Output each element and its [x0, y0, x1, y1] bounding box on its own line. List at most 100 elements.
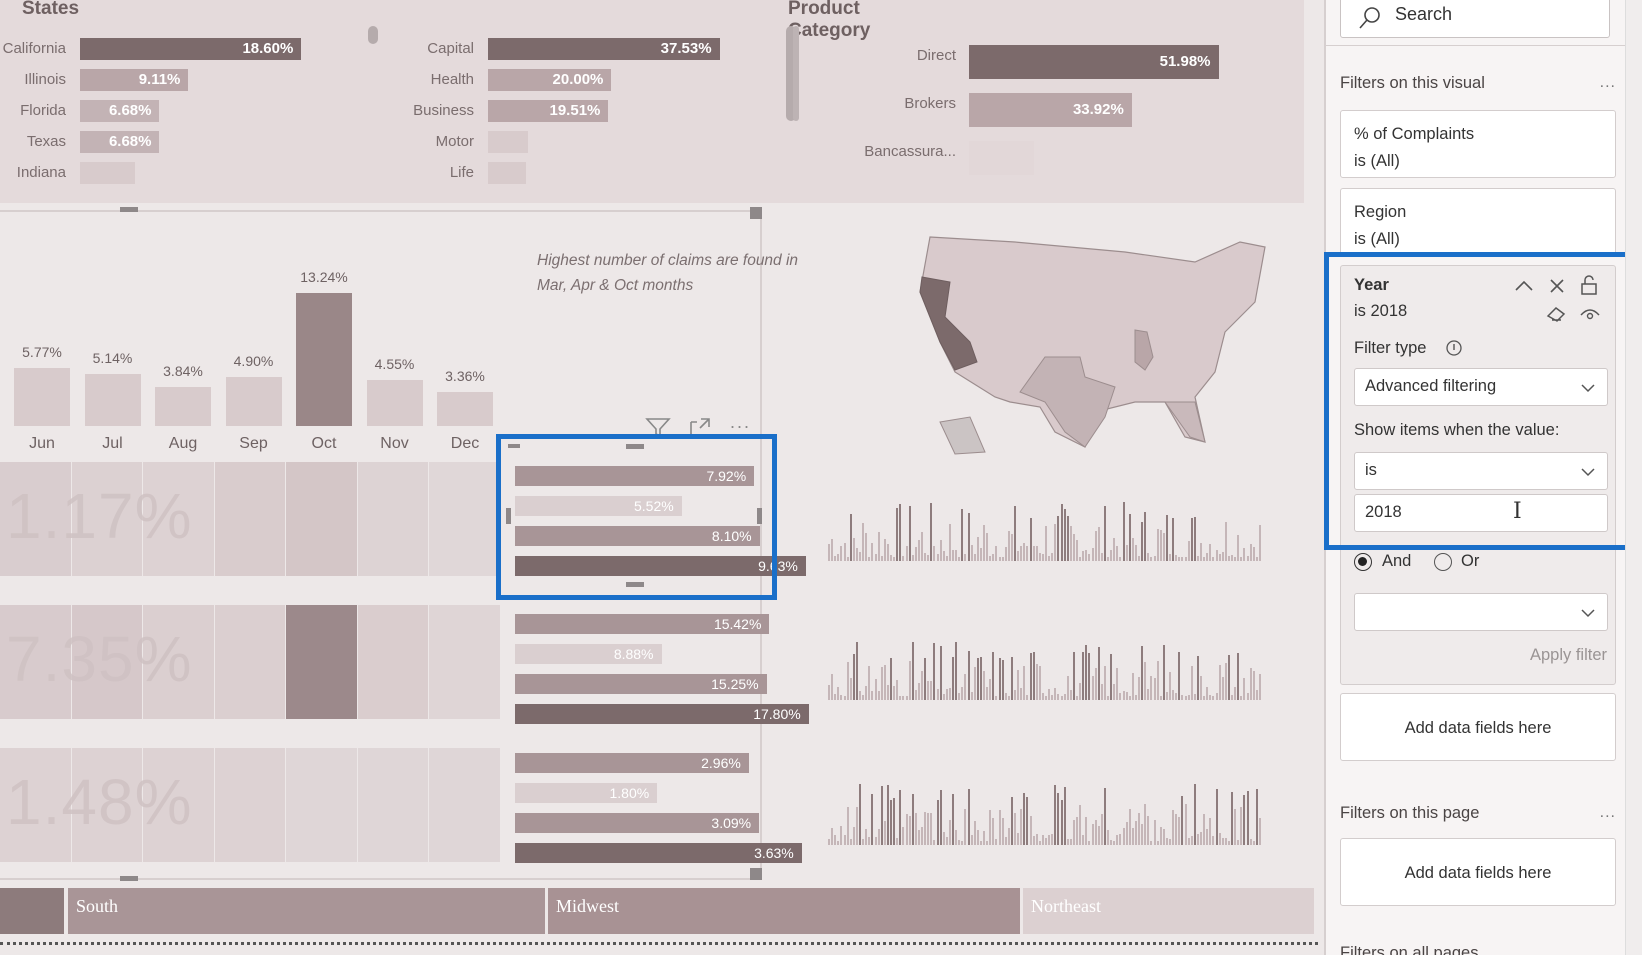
- sparkline-bar: [1150, 675, 1153, 700]
- heatmap-cell[interactable]: [429, 748, 500, 862]
- month-axis-label: Dec: [450, 435, 480, 452]
- bar[interactable]: 20.00%: [488, 69, 612, 91]
- bar[interactable]: 6.68%: [80, 100, 160, 122]
- region-bar-south[interactable]: South: [68, 888, 545, 934]
- sparkline-bar: [1051, 833, 1054, 845]
- sparkline-bar: [843, 542, 846, 561]
- sparkline-bar: [945, 555, 948, 561]
- bar[interactable]: 37.53%: [488, 38, 720, 60]
- bar[interactable]: [80, 162, 135, 184]
- sparkline-bar: [921, 531, 923, 561]
- group-bar[interactable]: 8.88%: [515, 644, 662, 664]
- sparkline-bar: [964, 553, 967, 561]
- bar[interactable]: 9.11%: [80, 69, 189, 91]
- sparkline-bar: [911, 642, 914, 700]
- bar[interactable]: 51.98%: [969, 45, 1219, 79]
- alaska-shape[interactable]: [939, 416, 986, 455]
- sel-handle-tl[interactable]: [508, 444, 520, 448]
- heatmap-cell[interactable]: [286, 605, 357, 719]
- more-options-icon[interactable]: ...: [730, 412, 751, 433]
- month-bar[interactable]: [296, 293, 352, 426]
- bar[interactable]: 19.51%: [488, 100, 609, 122]
- sparkline-bar: [1187, 540, 1190, 561]
- and-radio[interactable]: [1354, 553, 1372, 571]
- heatmap-cell[interactable]: [286, 462, 357, 576]
- page-filters-more-icon[interactable]: ...: [1600, 804, 1616, 822]
- group-bar-data-label: 2.96%: [701, 755, 741, 771]
- month-bar[interactable]: [225, 376, 282, 426]
- resize-handle-corner-bottom[interactable]: [750, 868, 762, 880]
- month-bar[interactable]: [155, 387, 211, 426]
- or-radio[interactable]: [1434, 553, 1452, 571]
- sparkline-bar: [992, 818, 995, 845]
- resize-handle-top[interactable]: [120, 207, 138, 212]
- heatmap-cell[interactable]: [214, 748, 285, 862]
- bar[interactable]: 6.68%: [80, 131, 160, 153]
- sel-handle-bottom[interactable]: [626, 582, 644, 587]
- bar-category-label: Brokers: [904, 95, 956, 112]
- distribution-scrollbar[interactable]: [793, 26, 799, 121]
- apply-filter-button[interactable]: Apply filter: [1530, 646, 1607, 665]
- month-bar[interactable]: [366, 380, 423, 426]
- sel-handle-left[interactable]: [506, 508, 511, 524]
- sel-handle-top[interactable]: [626, 444, 644, 449]
- bar[interactable]: [969, 141, 1034, 175]
- bar[interactable]: 33.92%: [969, 93, 1132, 127]
- group-bar[interactable]: 17.80%: [515, 704, 809, 724]
- filter-pane: Search Filters on this visual ... % of C…: [1324, 0, 1642, 955]
- month-bar[interactable]: [437, 392, 493, 426]
- sparkline-bar: [828, 543, 830, 561]
- sparkline-bar: [1184, 695, 1187, 700]
- region-bar-west[interactable]: [0, 888, 64, 934]
- filter-card-complaints[interactable]: % of Complaints is (All): [1340, 110, 1616, 178]
- heatmap-cell[interactable]: [357, 462, 428, 576]
- month-bar[interactable]: [84, 374, 141, 426]
- bar[interactable]: [488, 162, 527, 184]
- filter-card-region[interactable]: Region is (All): [1340, 188, 1616, 256]
- region-bar-northeast[interactable]: Northeast: [1023, 888, 1314, 934]
- search-placeholder: Search: [1395, 4, 1453, 24]
- sparkline-bar: [1234, 809, 1237, 845]
- sparkline-bar: [828, 684, 830, 700]
- month-bar[interactable]: [14, 368, 70, 426]
- heatmap-cell[interactable]: [214, 605, 285, 719]
- heatmap-cell[interactable]: [214, 462, 285, 576]
- group-bar[interactable]: 3.09%: [515, 813, 760, 833]
- filter-state: is (All): [1354, 230, 1400, 248]
- visual-filters-more-icon[interactable]: ...: [1600, 74, 1616, 92]
- bar[interactable]: 18.60%: [80, 38, 302, 60]
- sparkline-bar: [1094, 820, 1097, 845]
- heatmap-cell[interactable]: [429, 605, 500, 719]
- add-visual-fields-dropzone[interactable]: Add data fields here: [1340, 693, 1616, 761]
- group-bar[interactable]: 15.25%: [515, 674, 767, 694]
- second-condition-dropdown[interactable]: [1354, 593, 1608, 631]
- filter-search-input[interactable]: Search: [1340, 0, 1610, 38]
- sparkline-bar: [983, 831, 985, 845]
- sparkline-bar: [1190, 518, 1193, 561]
- us-map-visual[interactable]: [895, 222, 1275, 457]
- group-bar[interactable]: 2.96%: [515, 753, 749, 773]
- region-bar-midwest[interactable]: Midwest: [548, 888, 1020, 934]
- sparkline-bar: [831, 539, 834, 561]
- sparkline-bar: [902, 556, 905, 561]
- resize-handle-bottom[interactable]: [120, 876, 138, 881]
- group-bar[interactable]: 15.42%: [515, 614, 770, 634]
- group-bar[interactable]: 3.63%: [515, 843, 802, 863]
- group-bar[interactable]: 1.80%: [515, 783, 658, 803]
- radio-selected-dot: [1358, 557, 1367, 566]
- heatmap-cell[interactable]: [286, 748, 357, 862]
- sparkline-bar: [1144, 662, 1147, 700]
- states-scrollbar[interactable]: [368, 26, 378, 44]
- sel-handle-right[interactable]: [757, 508, 762, 524]
- heatmap-cell[interactable]: [429, 462, 500, 576]
- sparkline-bar: [1125, 545, 1128, 561]
- sparkline-bar: [886, 785, 889, 845]
- heatmap-cell[interactable]: [357, 748, 428, 862]
- add-page-fields-dropzone[interactable]: Add data fields here: [1340, 838, 1616, 906]
- heatmap-cell[interactable]: [357, 605, 428, 719]
- sparkline-bar: [868, 666, 871, 700]
- resize-handle-corner[interactable]: [750, 207, 762, 219]
- bar[interactable]: [488, 131, 529, 153]
- month-axis-label: Jul: [102, 435, 123, 452]
- sparkline-bar: [1085, 817, 1088, 845]
